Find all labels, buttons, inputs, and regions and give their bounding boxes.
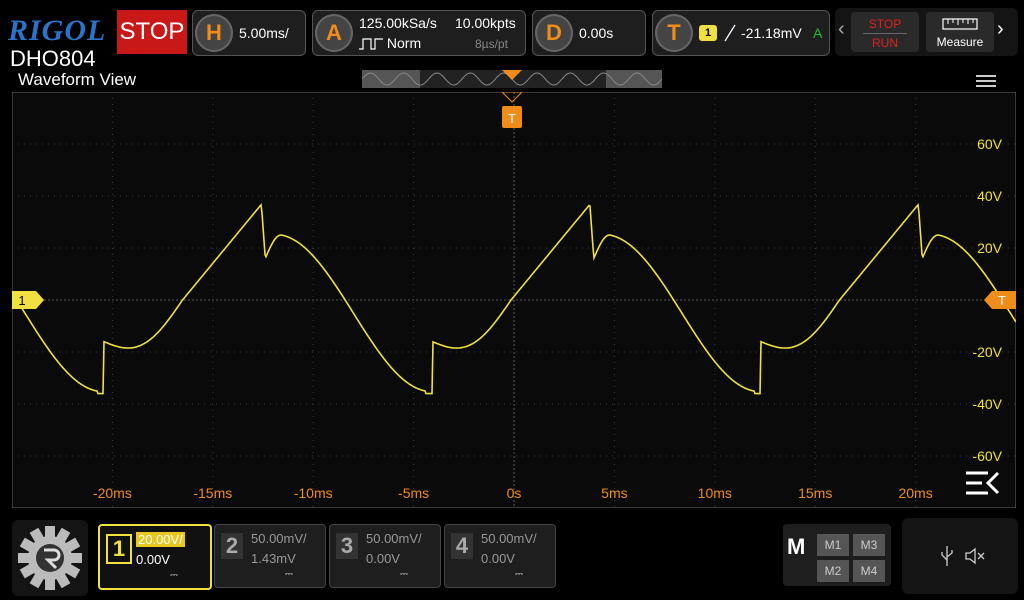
channel-4-box[interactable]: 4 50.00mV/0.00V ⎓ bbox=[444, 524, 556, 588]
channel-offset: 0.00V bbox=[366, 551, 400, 566]
dc-coupling-icon: ⎓ bbox=[170, 570, 178, 581]
math-m4-button[interactable]: M4 bbox=[853, 560, 885, 582]
time-tick-label: 15ms bbox=[798, 485, 832, 501]
stop-label: STOP bbox=[868, 17, 902, 31]
usb-icon[interactable] bbox=[940, 546, 954, 566]
delay-icon: D bbox=[535, 14, 573, 52]
acquire-pill[interactable]: A 125.00kSa/s 10.00kpts Norm 8µs/pt bbox=[312, 10, 526, 56]
trigger-pill[interactable]: T 1 -21.18mV A bbox=[652, 10, 830, 56]
time-tick-label: 10ms bbox=[698, 485, 732, 501]
menu-icon[interactable] bbox=[976, 72, 996, 90]
right-marker-label: T bbox=[998, 293, 1006, 308]
channel-1-box[interactable]: 1 20.00V/0.00V ⎓ bbox=[98, 524, 212, 590]
memory-depth: 10.00kpts bbox=[455, 15, 516, 31]
time-tick-label: 5ms bbox=[601, 485, 627, 501]
horizontal-icon: H bbox=[195, 14, 233, 52]
system-status-panel bbox=[902, 518, 1018, 594]
rigol-logo: RIGOL bbox=[8, 14, 107, 47]
acquire-mode: Norm bbox=[386, 35, 422, 51]
pulse-icon bbox=[359, 38, 383, 50]
math-m2-button[interactable]: M2 bbox=[817, 560, 849, 582]
channel-offset: 0.00V bbox=[481, 551, 515, 566]
acquire-mode-row: Norm bbox=[359, 35, 421, 51]
math-m1-button[interactable]: M1 bbox=[817, 534, 849, 556]
sample-rate: 125.00kSa/s bbox=[359, 15, 437, 31]
delay-value: 0.00s bbox=[579, 25, 614, 41]
channel-2-box[interactable]: 2 50.00mV/1.43mV ⎓ bbox=[214, 524, 326, 588]
run-state-badge[interactable]: STOP bbox=[117, 10, 187, 54]
rising-edge-icon bbox=[724, 24, 736, 42]
channel-offset: 0.00V bbox=[136, 552, 170, 567]
speaker-muted-icon[interactable] bbox=[964, 546, 986, 566]
channel-3-box[interactable]: 3 50.00mV/0.00V ⎓ bbox=[329, 524, 441, 588]
channel-number: 1 bbox=[106, 534, 132, 564]
volt-tick-label: 20V bbox=[977, 240, 1003, 256]
time-tick-label: 20ms bbox=[898, 485, 932, 501]
channel-number: 4 bbox=[451, 533, 473, 559]
trigger-position-marker-icon bbox=[502, 70, 522, 80]
math-m3-button[interactable]: M3 bbox=[853, 534, 885, 556]
channel-scale: 50.00mV/ bbox=[251, 531, 307, 546]
channel-scale: 50.00mV/ bbox=[481, 531, 537, 546]
channel-number: 2 bbox=[221, 533, 243, 559]
measure-label: Measure bbox=[936, 35, 984, 49]
volt-tick-label: -20V bbox=[972, 344, 1002, 360]
channel-number: 3 bbox=[336, 533, 358, 559]
dc-coupling-icon: ⎓ bbox=[400, 569, 408, 580]
waveform-plot[interactable]: 60V 40V 20V -20V -40V -60V -20ms -15ms -10ms -5m… bbox=[12, 92, 1016, 508]
stop-run-button[interactable]: STOP RUN bbox=[851, 12, 919, 52]
trigger-source-badge: 1 bbox=[699, 25, 717, 41]
ruler-icon bbox=[942, 18, 978, 30]
waveform-view-title: Waveform View bbox=[18, 70, 137, 89]
time-tick-label: 0s bbox=[507, 485, 522, 501]
volt-tick-label: 60V bbox=[977, 136, 1003, 152]
rigol-gear-icon[interactable] bbox=[12, 520, 88, 596]
chevron-right-icon[interactable]: › bbox=[997, 18, 1004, 41]
volt-tick-label: -40V bbox=[972, 396, 1002, 412]
model-name: DHO804 bbox=[10, 46, 96, 71]
volt-tick-label: 40V bbox=[977, 188, 1003, 204]
collapse-menu-icon[interactable] bbox=[964, 470, 1000, 496]
trigger-level: -21.18mV bbox=[741, 25, 802, 41]
chevron-left-icon[interactable]: ‹ bbox=[838, 18, 845, 41]
math-label: M bbox=[787, 534, 806, 559]
channel-scale: 50.00mV/ bbox=[366, 531, 422, 546]
math-panel[interactable]: M M1 M3 M2 M4 bbox=[783, 524, 891, 586]
time-tick-label: -20ms bbox=[93, 485, 132, 501]
run-label: RUN bbox=[872, 36, 898, 50]
horizontal-pill[interactable]: H 5.00ms/ bbox=[192, 10, 306, 56]
channel-scale: 20.00V/ bbox=[136, 532, 185, 547]
resolution: 8µs/pt bbox=[475, 37, 508, 51]
timebase-scale: 5.00ms/ bbox=[239, 25, 289, 41]
time-tick-label: -15ms bbox=[193, 485, 232, 501]
dc-coupling-icon: ⎓ bbox=[285, 569, 293, 580]
time-tick-label: -10ms bbox=[294, 485, 333, 501]
time-tick-label: -5ms bbox=[398, 485, 429, 501]
dc-coupling-icon: ⎓ bbox=[515, 569, 523, 580]
trigger-marker-label: T bbox=[508, 111, 516, 126]
channel-offset: 1.43mV bbox=[251, 551, 296, 566]
volt-tick-label: -60V bbox=[972, 448, 1002, 464]
delay-pill[interactable]: D 0.00s bbox=[532, 10, 646, 56]
acquire-icon: A bbox=[315, 14, 353, 52]
trigger-sweep: A bbox=[813, 25, 823, 41]
trigger-icon: T bbox=[655, 14, 693, 52]
channel-marker-label: 1 bbox=[18, 293, 25, 308]
measure-button[interactable]: Measure bbox=[926, 12, 994, 52]
